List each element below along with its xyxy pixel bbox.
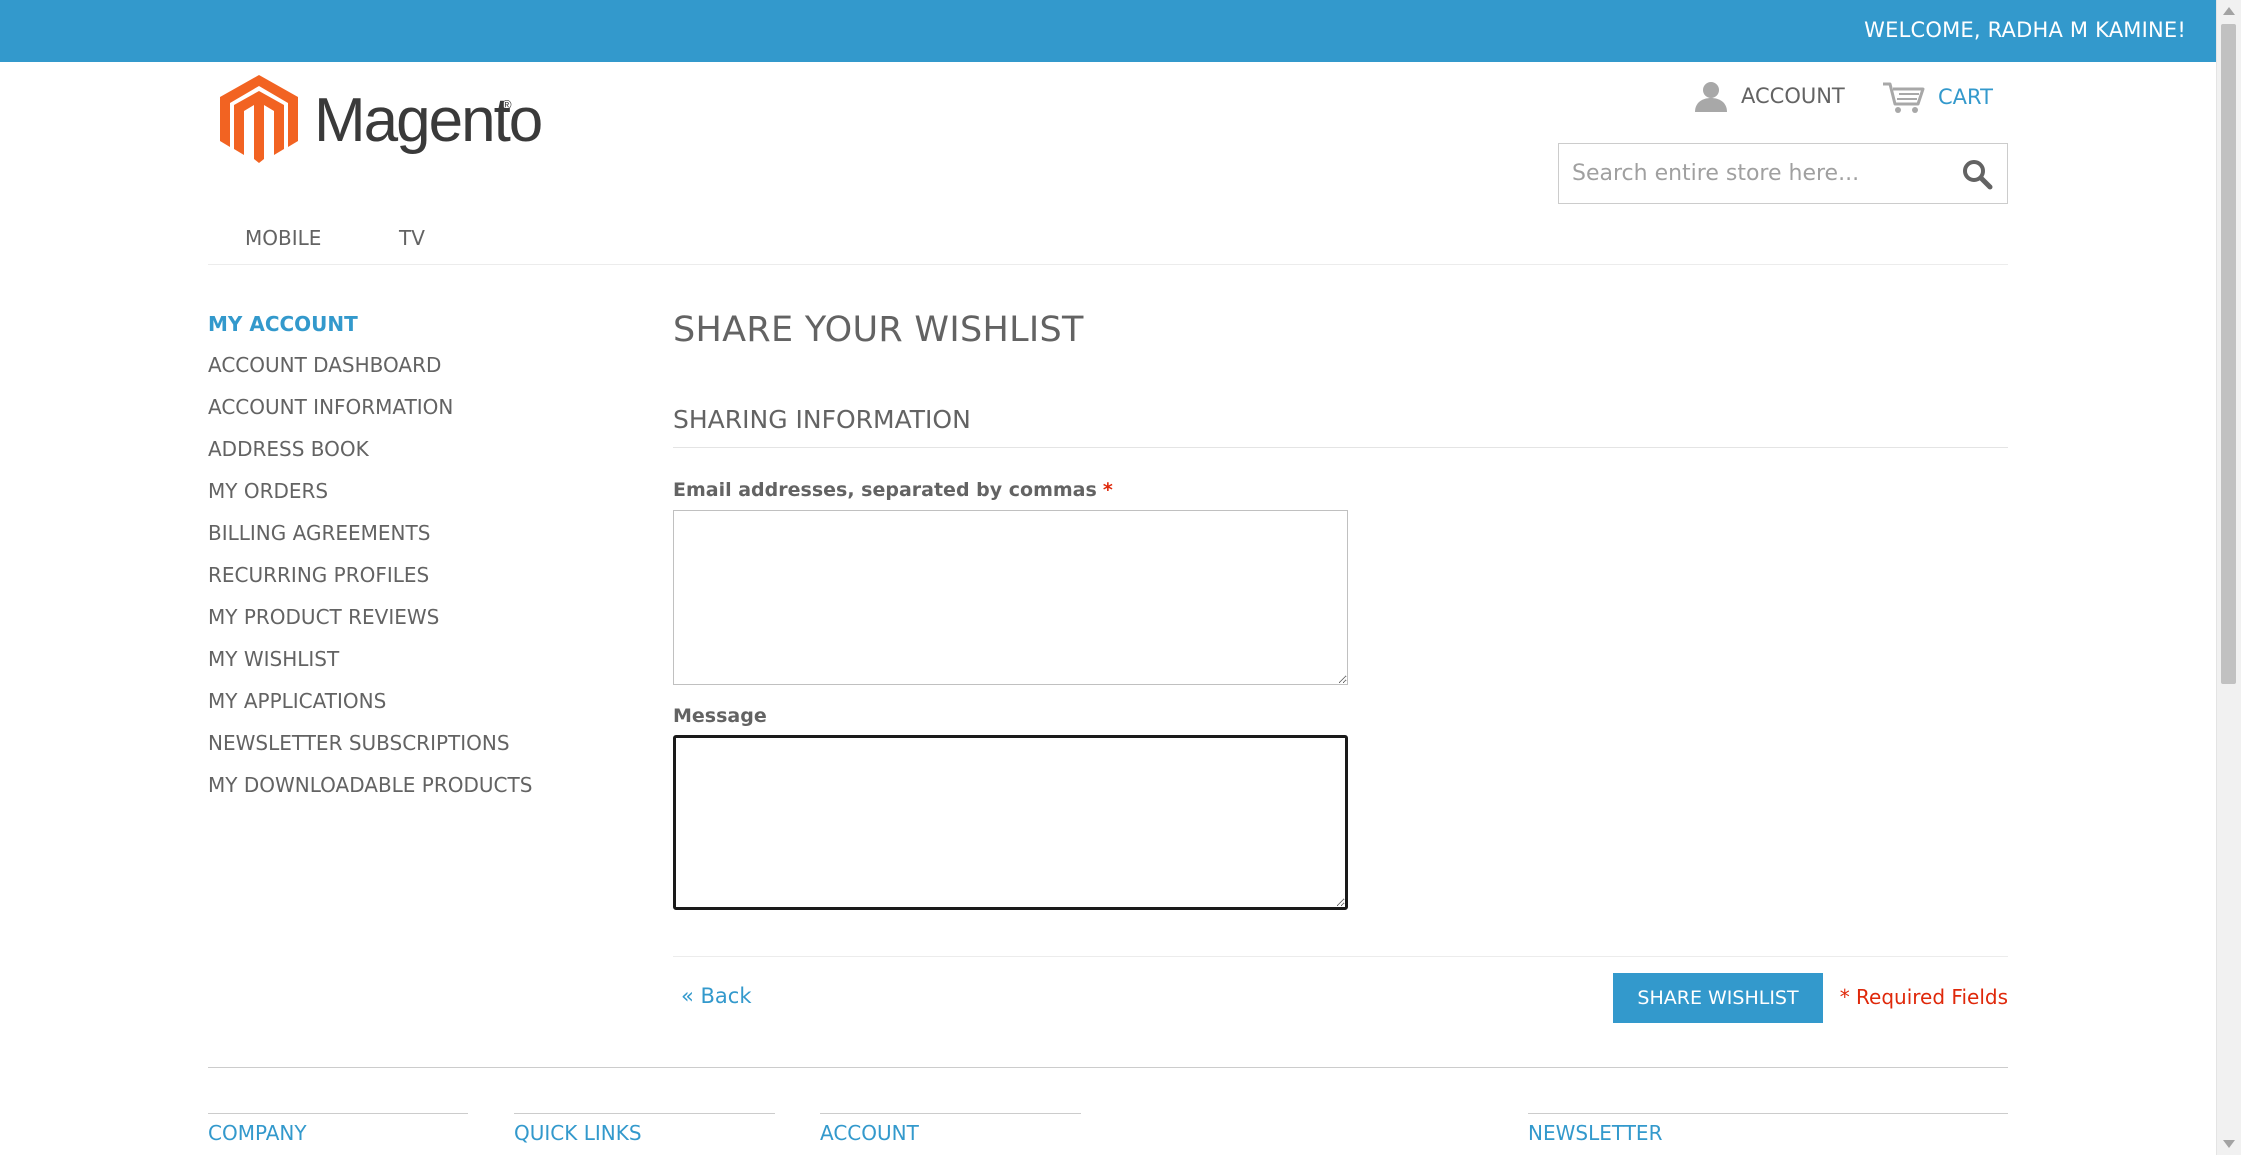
buttons-divider	[673, 956, 2008, 957]
footer-heading-company[interactable]: COMPANY	[208, 1113, 468, 1145]
back-link[interactable]: « Back	[681, 984, 752, 1008]
sidebar-item-my-product-reviews[interactable]: MY PRODUCT REVIEWS	[208, 605, 532, 647]
logo-text: Magento	[314, 86, 543, 155]
email-label: Email addresses, separated by commas *	[673, 479, 1113, 501]
logo-registered-mark: ®	[502, 97, 512, 112]
search-button[interactable]	[1947, 144, 2007, 203]
footer-heading-newsletter: NEWSLETTER	[1528, 1113, 2008, 1145]
sidebar-item-newsletter-subscriptions[interactable]: NEWSLETTER SUBSCRIPTIONS	[208, 731, 532, 773]
main-navigation: MOBILE TV	[208, 226, 2008, 265]
required-star: *	[1102, 479, 1113, 501]
share-wishlist-button[interactable]: SHARE WISHLIST	[1613, 973, 1823, 1023]
account-link-label: ACCOUNT	[1741, 84, 1845, 108]
sidebar-item-account-dashboard[interactable]: ACCOUNT DASHBOARD	[208, 353, 532, 395]
footer-heading-quick-links[interactable]: QUICK LINKS	[514, 1113, 775, 1145]
sidebar-item-my-applications[interactable]: MY APPLICATIONS	[208, 689, 532, 731]
email-label-text: Email addresses, separated by commas	[673, 479, 1097, 501]
user-icon	[1695, 82, 1727, 112]
search-form	[1558, 143, 2008, 204]
cart-icon	[1883, 82, 1925, 113]
sidebar-item-my-wishlist[interactable]: MY WISHLIST	[208, 647, 532, 689]
sidebar-item-my-orders[interactable]: MY ORDERS	[208, 479, 532, 521]
footer-divider	[208, 1067, 2008, 1068]
page-title: SHARE YOUR WISHLIST	[673, 310, 1084, 350]
sidebar-item-address-book[interactable]: ADDRESS BOOK	[208, 437, 532, 479]
scroll-thumb[interactable]	[2221, 24, 2236, 684]
cart-link[interactable]: CART	[1882, 80, 1993, 114]
sidebar-item-account-information[interactable]: ACCOUNT INFORMATION	[208, 395, 532, 437]
search-icon	[1963, 159, 1993, 189]
magento-logo[interactable]: Magento ®	[220, 75, 543, 165]
magento-logo-icon	[220, 75, 298, 163]
account-link[interactable]: ACCOUNT	[1693, 80, 1845, 112]
message-field[interactable]	[673, 735, 1348, 910]
cart-link-label: CART	[1938, 85, 1993, 109]
scroll-down-arrow-icon[interactable]	[2223, 1140, 2235, 1148]
search-input[interactable]	[1559, 144, 1939, 203]
scroll-up-arrow-icon[interactable]	[2223, 7, 2235, 15]
section-title: SHARING INFORMATION	[673, 405, 2008, 448]
footer-heading-account[interactable]: ACCOUNT	[820, 1113, 1081, 1145]
account-sidebar: MY ACCOUNT ACCOUNT DASHBOARD ACCOUNT INF…	[208, 312, 532, 815]
sidebar-item-my-downloadable-products[interactable]: MY DOWNLOADABLE PRODUCTS	[208, 773, 532, 815]
sidebar-item-billing-agreements[interactable]: BILLING AGREEMENTS	[208, 521, 532, 563]
top-bar: WELCOME, RADHA M KAMINE!	[0, 0, 2216, 62]
nav-item-tv[interactable]: TV	[399, 226, 425, 250]
page-scrollbar[interactable]	[2216, 0, 2241, 1155]
message-label: Message	[673, 705, 767, 727]
nav-item-mobile[interactable]: MOBILE	[245, 226, 321, 250]
email-addresses-field[interactable]	[673, 510, 1348, 685]
required-fields-note: * Required Fields	[1839, 985, 2008, 1009]
welcome-message: WELCOME, RADHA M KAMINE!	[1864, 18, 2186, 42]
sidebar-title: MY ACCOUNT	[208, 312, 358, 336]
sidebar-item-recurring-profiles[interactable]: RECURRING PROFILES	[208, 563, 532, 605]
